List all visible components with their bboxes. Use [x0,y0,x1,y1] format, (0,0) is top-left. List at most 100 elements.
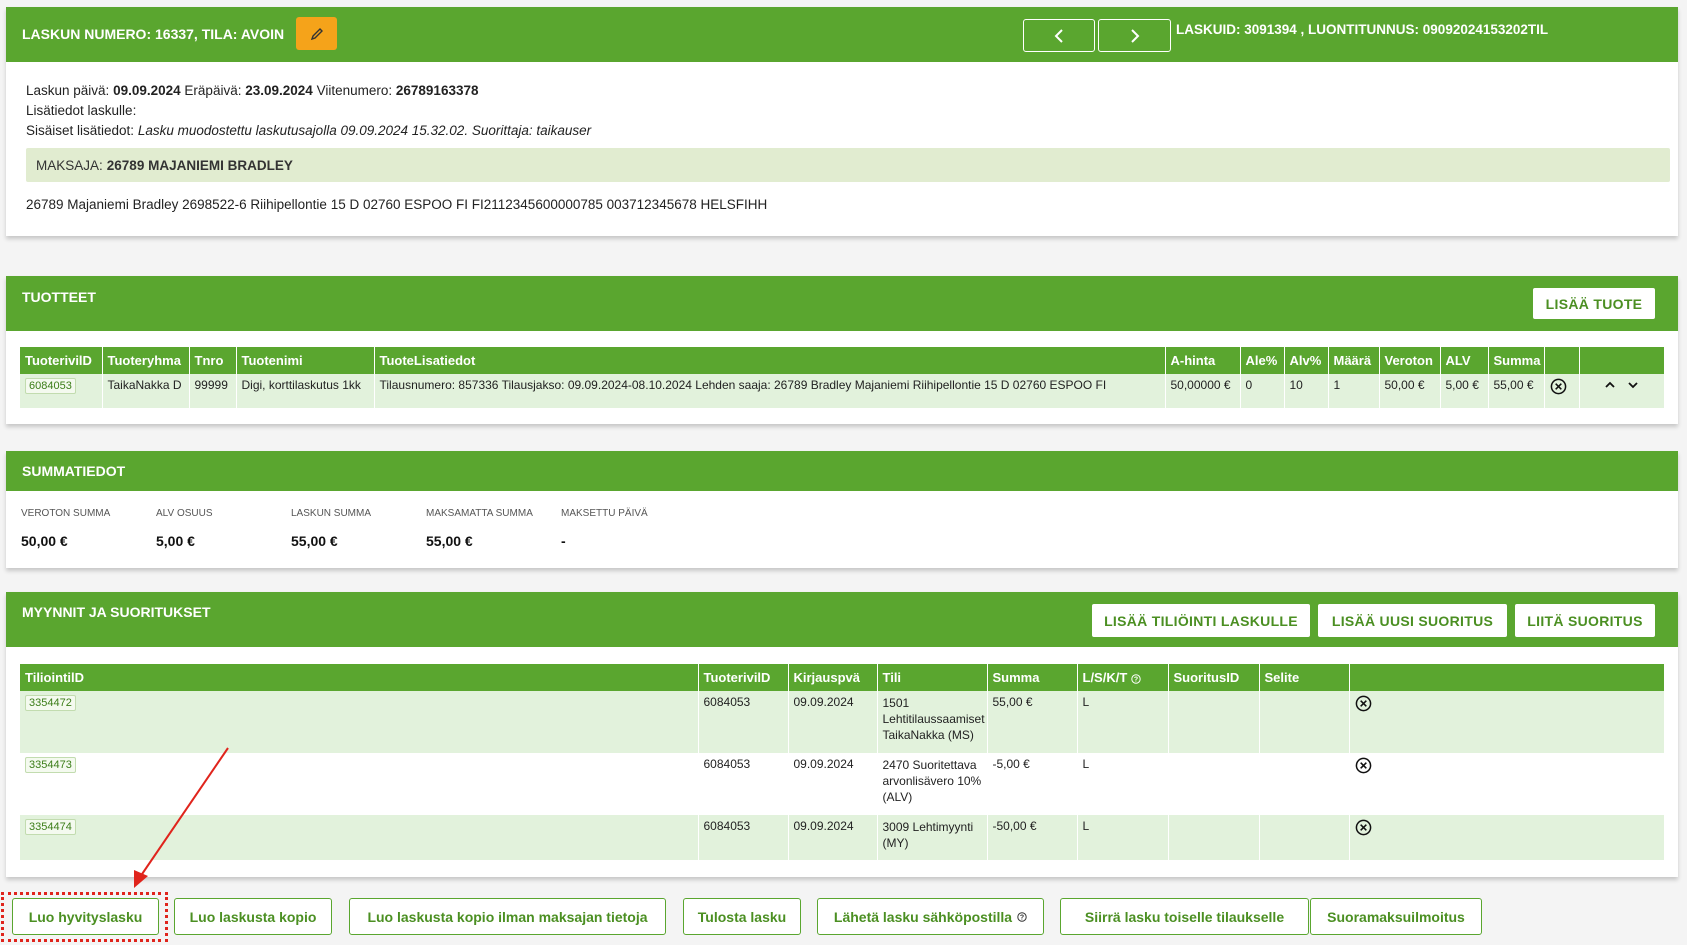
col-actions [1349,664,1665,691]
delete-cell [1349,691,1665,753]
copy-invoice-button[interactable]: Luo laskusta kopio [174,898,332,935]
sales-title: MYYNNIT JA SUORITUKSET [22,604,211,620]
add-posting-button[interactable]: LISÄÄ TILIÖINTI LASKULLE [1091,603,1311,638]
arrow-annotation [134,747,229,888]
email-invoice-label: Lähetä lasku sähköpostilla [833,908,1013,925]
delete-circle-icon[interactable] [1550,378,1567,395]
delete-circle-icon[interactable] [1355,757,1372,774]
payment-id-cell [1168,691,1260,753]
help-icon[interactable]: ? [1131,673,1141,684]
col-product-group[interactable]: Tuoteryhma [102,347,190,374]
delete-circle-icon[interactable] [1355,819,1372,836]
col-discount[interactable]: Ale% [1240,347,1285,374]
col-posting-id[interactable]: TiliointilD [20,664,699,691]
col-unit-price[interactable]: A-hinta [1165,347,1241,374]
col-vat[interactable]: ALV [1440,347,1489,374]
col-vat-pct[interactable]: Alv% [1284,347,1329,374]
products-header-row: TuoterivilD Tuoteryhma Tnro Tuotenimi Tu… [20,347,1665,374]
invoice-header: LASKUN NUMERO: 16337, TILA: AVOIN LASKUI… [6,7,1678,62]
sum-cell: -5,00 € [987,753,1078,815]
lskt-cell: L [1077,815,1169,860]
extra-info-line: Lisätiedot laskulle: [26,103,137,118]
move-invoice-button[interactable]: Siirrä lasku toiselle tilaukselle [1060,898,1309,935]
booking-date-cell: 09.09.2024 [788,753,878,815]
due-date-label: Eräpäivä: [184,83,242,98]
product-info-cell: Tilausnumero: 857336 Tilausjakso: 09.09.… [374,374,1166,408]
summary-net: VEROTON SUMMA 50,00 € [21,508,110,549]
summary-unpaid-value: 55,00 € [426,533,473,549]
note-cell [1259,815,1350,860]
summary-paid-date-value: - [561,533,566,549]
col-quantity[interactable]: Määrä [1328,347,1380,374]
col-product-name[interactable]: Tuotenimi [236,347,375,374]
posting-id-link[interactable]: 3354474 [25,819,76,835]
products-panel: TUOTTEET LISÄÄ TUOTE TuoterivilD Tuotery… [6,276,1678,424]
note-cell [1259,691,1350,753]
payment-id-cell [1168,753,1260,815]
delete-circle-icon[interactable] [1355,695,1372,712]
summary-title: SUMMATIEDOT [22,463,126,479]
summary-total: LASKUN SUMMA 55,00 € [291,508,371,549]
col-row-id[interactable]: TuoterivilD [20,347,103,374]
add-product-button[interactable]: LISÄÄ TUOTE [1532,287,1656,320]
col-payment-id[interactable]: SuoritusID [1168,664,1260,691]
svg-text:?: ? [1020,914,1024,921]
product-number-cell: 99999 [189,374,237,408]
chevron-down-icon[interactable] [1626,378,1640,392]
email-invoice-button[interactable]: Lähetä lasku sähköpostilla ? [817,898,1044,935]
create-credit-note-button[interactable]: Luo hyvityslasku [12,898,159,935]
summary-paid-date: MAKSETTU PÄIVÄ - [561,508,648,549]
col-account[interactable]: Tili [877,664,988,691]
lskt-cell: L [1077,691,1169,753]
delete-cell [1349,753,1665,815]
svg-text:?: ? [1134,676,1138,683]
summary-net-value: 50,00 € [21,533,68,549]
account-cell: 2470 Suoritettava arvonlisävero 10% (ALV… [877,753,988,815]
next-invoice-button[interactable] [1098,19,1171,52]
row-id-cell: 6084053 [20,374,103,408]
col-delete [1544,347,1580,374]
account-cell: 1501 Lehtitilaussaamiset TaikaNakka (MS) [877,691,988,753]
posting-id-link[interactable]: 3354472 [25,695,76,711]
previous-invoice-button[interactable] [1023,19,1095,52]
row-id-link[interactable]: 6084053 [25,378,76,394]
summary-panel: SUMMATIEDOT VEROTON SUMMA 50,00 € ALV OS… [6,451,1678,568]
col-net[interactable]: Veroton [1379,347,1441,374]
product-name-cell: Digi, korttilaskutus 1kk [236,374,375,408]
posting-id-link[interactable]: 3354473 [25,757,76,773]
internal-info-value: Lasku muodostettu laskutusajolla 09.09.2… [137,123,592,138]
invoice-panel: LASKUN NUMERO: 16337, TILA: AVOIN LASKUI… [6,7,1678,236]
table-row: 6084053 TaikaNakka D 99999 Digi, korttil… [20,374,1665,408]
col-product-number[interactable]: Tnro [189,347,237,374]
col-row-id[interactable]: TuoterivilD [698,664,789,691]
summary-paid-date-label: MAKSETTU PÄIVÄ [561,508,648,519]
vat-cell: 5,00 € [1440,374,1489,408]
col-sum[interactable]: Summa [1488,347,1545,374]
payer-bar: MAKSAJA: 26789 MAJANIEMI BRADLEY [26,148,1670,182]
copy-invoice-without-payer-button[interactable]: Luo laskusta kopio ilman maksajan tietoj… [349,898,666,935]
col-product-info[interactable]: TuoteLisatiedot [374,347,1166,374]
internal-info-label: Sisäiset lisätiedot: [26,123,135,138]
attach-payment-button[interactable]: LIITÄ SUORITUS [1514,603,1656,638]
direct-payment-button[interactable]: Suoramaksuilmoitus [1310,898,1482,935]
edit-button[interactable] [296,17,337,50]
invoice-meta-ids: LASKUID: 3091394 , LUONTITUNNUS: 0909202… [1176,22,1549,37]
chevron-up-icon[interactable] [1603,378,1617,392]
chevron-left-icon [1054,28,1063,43]
add-payment-button[interactable]: LISÄÄ UUSI SUORITUS [1317,603,1508,638]
col-note[interactable]: Selite [1259,664,1350,691]
col-sum[interactable]: Summa [987,664,1078,691]
invoice-title: LASKUN NUMERO: 16337, TILA: AVOIN [22,26,285,42]
booking-date-cell: 09.09.2024 [788,815,878,860]
products-header: TUOTTEET LISÄÄ TUOTE [6,276,1678,331]
help-icon[interactable]: ? [1017,911,1027,922]
reference-label: Viitenumero: [316,83,393,98]
account-cell: 3009 Lehtimyynti (MY) [877,815,988,860]
sales-header-row: TiliointilD TuoterivilD Kirjauspvä Tili … [20,664,1665,691]
col-booking-date[interactable]: Kirjauspvä [788,664,878,691]
discount-cell: 0 [1240,374,1285,408]
print-invoice-button[interactable]: Tulosta lasku [683,898,801,935]
col-lskt[interactable]: L/S/K/T ? [1077,664,1169,691]
lskt-cell: L [1077,753,1169,815]
summary-vat-label: ALV OSUUS [156,508,213,519]
